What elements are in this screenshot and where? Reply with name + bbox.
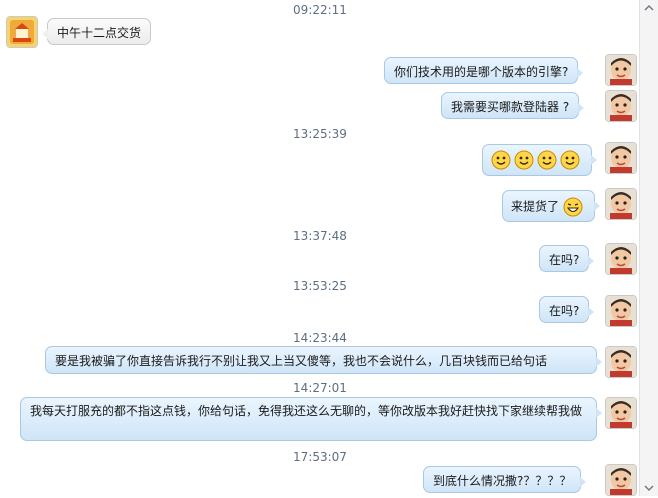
timestamp: 13:37:48 <box>293 229 347 243</box>
timestamp: 13:53:25 <box>293 279 347 293</box>
user-avatar[interactable] <box>605 346 637 378</box>
message-bubble[interactable]: 我每天打服充的都不指这点钱，你给句话，免得我还这么无聊的，等你改版本我好赶快找下… <box>20 397 602 441</box>
message-text: 在吗? <box>549 253 580 267</box>
user-avatar[interactable] <box>605 464 637 496</box>
user-avatar[interactable] <box>605 54 637 86</box>
message-bubble[interactable]: 到底什么情况撒?？？？？ <box>423 466 587 493</box>
message-bubble[interactable]: 要是我被骗了你直接告诉我行不别让我又上当又傻等，我也不会说什么，几百块钱而已给句… <box>45 346 602 374</box>
message-text: 我需要买哪款登陆器 ? <box>451 100 570 114</box>
message-bubble[interactable]: 你们技术用的是哪个版本的引擎? <box>384 57 584 84</box>
message-text: 来提货了 <box>511 199 560 214</box>
message-text: 你们技术用的是哪个版本的引擎? <box>394 65 569 79</box>
scroll-down-icon[interactable] <box>643 482 655 494</box>
message-text: 我每天打服充的都不指这点钱，你给句话，免得我还这么无聊的，等你改版本我好赶快找下… <box>30 404 583 418</box>
user-avatar[interactable] <box>605 188 637 220</box>
message-text: 到底什么情况撒?？？？？ <box>433 474 572 488</box>
user-avatar[interactable] <box>605 142 637 174</box>
message-bubble[interactable] <box>482 144 597 176</box>
timestamp: 09:22:11 <box>293 3 347 17</box>
message-text: 要是我被骗了你直接告诉我行不别让我又上当又傻等，我也不会说什么，几百块钱而已给句… <box>55 354 548 368</box>
message-bubble[interactable]: 来提货了 <box>502 190 600 222</box>
message-bubble[interactable]: 中午十二点交货 <box>41 18 152 45</box>
smiley-emoticon <box>537 150 557 170</box>
timestamp: 14:27:01 <box>293 381 347 395</box>
chat-history: 09:22:11 中午十二点交货 你们技术用的是哪个版本的引擎? 我需要买哪款登… <box>0 0 640 496</box>
contact-avatar[interactable] <box>6 16 38 48</box>
smiley-emoticon <box>491 150 511 170</box>
user-avatar[interactable] <box>605 295 637 327</box>
timestamp: 17:53:07 <box>293 450 347 464</box>
scroll-up-icon[interactable] <box>643 2 655 14</box>
vertical-scrollbar[interactable] <box>639 0 658 496</box>
message-text: 中午十二点交货 <box>57 26 142 40</box>
user-avatar[interactable] <box>605 243 637 275</box>
message-text: 在吗? <box>549 304 580 318</box>
user-avatar[interactable] <box>605 397 637 429</box>
grin-emoticon <box>563 197 583 217</box>
message-bubble[interactable]: 在吗? <box>539 296 595 323</box>
user-avatar[interactable] <box>605 90 637 122</box>
smiley-emoticon <box>560 150 580 170</box>
timestamp: 13:25:39 <box>293 127 347 141</box>
smiley-emoticon <box>514 150 534 170</box>
timestamp: 14:23:44 <box>293 331 347 345</box>
message-bubble[interactable]: 我需要买哪款登陆器 ? <box>441 92 585 119</box>
message-bubble[interactable]: 在吗? <box>539 245 595 272</box>
